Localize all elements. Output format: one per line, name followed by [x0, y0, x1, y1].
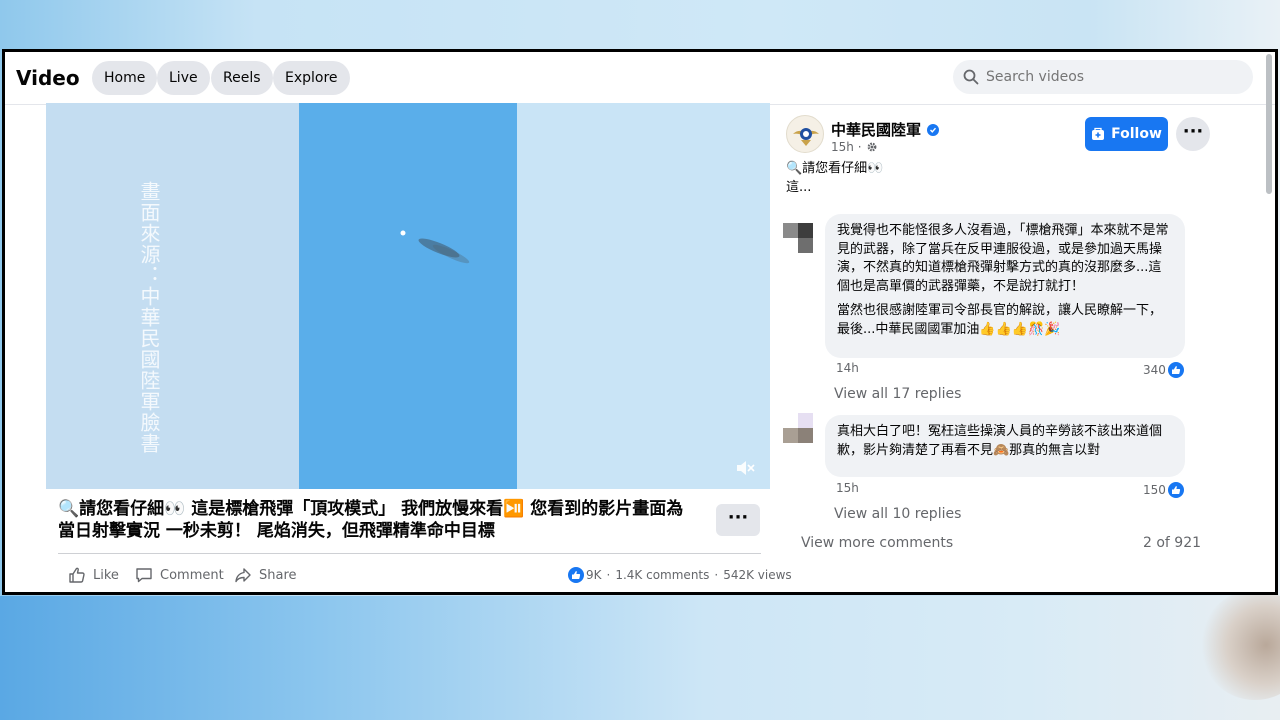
view-more-comments-link[interactable]: View more comments [801, 535, 953, 551]
background-bottom [0, 596, 1280, 720]
view-replies-link[interactable]: View all 17 replies [834, 386, 961, 402]
comment-pager: 2 of 921 [1143, 535, 1202, 551]
comment-like-count: 340 [1143, 363, 1166, 377]
like-reaction-icon [568, 567, 584, 583]
post-time[interactable]: 15h · [831, 140, 862, 154]
reaction-count[interactable]: 9K [586, 568, 602, 582]
comment-text: 我覺得也不能怪很多人沒看過，「標槍飛彈」本來就不是常見的武器，除了當兵在反甲連服… [837, 223, 1169, 294]
view-replies-link[interactable]: View all 10 replies [834, 506, 961, 522]
nav-live[interactable]: Live [157, 61, 210, 95]
comment-bubble: 我覺得也不能怪很多人沒看過，「標槍飛彈」本來就不是常見的武器，除了當兵在反甲連服… [825, 214, 1185, 358]
video-sky-right [517, 103, 770, 489]
search-box[interactable] [953, 60, 1253, 94]
settings-gear-icon [867, 142, 876, 152]
search-icon [963, 69, 979, 85]
commenter-avatar[interactable] [783, 223, 813, 253]
page-title: Video [16, 66, 80, 90]
like-label: Like [93, 567, 119, 583]
comment-bubble: 真相大白了吧！冤枉這些操演人員的辛勞該不該出來道個歉，影片夠清楚了再看不見🙈那真… [825, 415, 1185, 477]
video-top-bar: Video Home Live Reels Explore [5, 52, 1275, 105]
stats-separator: · [606, 568, 611, 582]
follow-button[interactable]: Follow [1085, 117, 1168, 151]
comment-icon [136, 568, 152, 583]
comment-time[interactable]: 14h [836, 361, 859, 375]
army-emblem-icon [793, 128, 819, 146]
video-watermark: 畫面來源：中華民國陸軍臉書 [137, 181, 161, 454]
stats-separator: · [714, 568, 719, 582]
post-time-row: 15h · [831, 140, 878, 154]
nav-reels[interactable]: Reels [211, 61, 273, 95]
search-input[interactable] [986, 69, 1226, 85]
mute-icon[interactable] [734, 457, 756, 479]
comment-likes[interactable]: 340 [1143, 362, 1184, 378]
post-more-button[interactable]: ··· [716, 504, 760, 536]
page-name-row[interactable]: 中華民國陸軍 [831, 119, 940, 140]
comment-like-count: 150 [1143, 483, 1166, 497]
post-side-panel: 中華民國陸軍 15h · Follow ··· 🔍請您看仔細👀 這... 我覺得… [771, 103, 1271, 592]
page-avatar[interactable] [786, 115, 824, 153]
caption-line: 🔍請您看仔細👀 [786, 161, 884, 176]
thumbs-up-icon [69, 567, 85, 583]
comment-count[interactable]: 1.4K comments [615, 568, 709, 582]
comment-button[interactable]: Comment [135, 564, 224, 586]
follow-page-icon [1092, 127, 1105, 140]
nav-explore[interactable]: Explore [273, 61, 350, 95]
like-reaction-icon [1167, 362, 1184, 378]
video-sky-band [299, 103, 517, 489]
comment-time[interactable]: 15h [836, 481, 859, 495]
divider [58, 553, 761, 554]
share-button[interactable]: Share [234, 564, 297, 586]
caption-line: 這... [786, 180, 812, 195]
missile-image [400, 230, 470, 264]
like-button[interactable]: Like [68, 564, 119, 586]
like-reaction-icon [1167, 482, 1184, 498]
comment-label: Comment [160, 567, 224, 583]
comment-text: 真相大白了吧！冤枉這些操演人員的辛勞該不該出來道個歉，影片夠清楚了再看不見🙈那真… [837, 424, 1163, 458]
nav-home[interactable]: Home [92, 61, 158, 95]
share-icon [235, 568, 251, 583]
comment-text: 當然也很感謝陸軍司令部長官的解說，讓人民瞭解一下，最後...中華民國國軍加油👍👍… [837, 303, 1163, 337]
post-title: 🔍請您看仔細👀 這是標槍飛彈「頂攻模式」 我們放慢來看⏯️ 您看到的影片畫面為當… [58, 499, 684, 541]
commenter-avatar[interactable] [783, 413, 813, 443]
follow-label: Follow [1111, 126, 1162, 142]
video-player[interactable]: 畫面來源：中華民國陸軍臉書 [46, 103, 770, 489]
post-caption: 🔍請您看仔細👀 這... [786, 159, 883, 197]
video-window: Video Home Live Reels Explore 畫面來源：中華民國陸… [2, 49, 1278, 595]
verified-badge-icon [927, 123, 940, 136]
page-name[interactable]: 中華民國陸軍 [831, 119, 921, 140]
comment-likes[interactable]: 150 [1143, 482, 1184, 498]
share-label: Share [259, 567, 297, 583]
page-more-button[interactable]: ··· [1176, 117, 1210, 151]
post-stats: 9K · 1.4K comments · 542K views [568, 566, 792, 584]
